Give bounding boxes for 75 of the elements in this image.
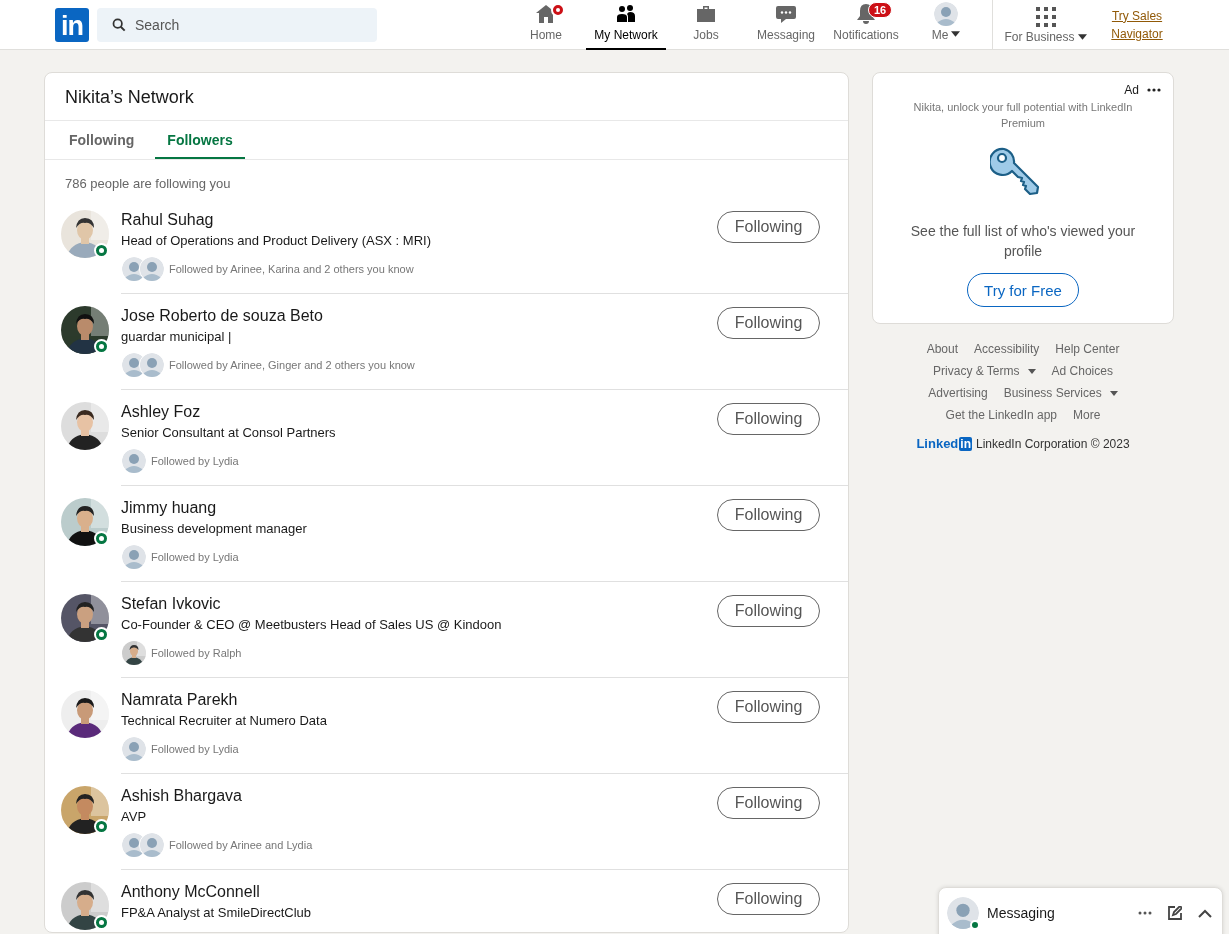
caret-icon	[951, 30, 961, 37]
nav-tab[interactable]: Home	[506, 0, 586, 50]
person-name[interactable]: Rahul Suhag	[121, 210, 717, 230]
caret-icon	[1077, 33, 1087, 40]
person-headline: FP&A Analyst at SmileDirectClub	[121, 904, 313, 922]
try-free-button[interactable]: Try for Free	[967, 273, 1079, 307]
nav-tab[interactable]: Jobs	[666, 0, 746, 50]
following-button[interactable]: Following	[717, 883, 820, 915]
card-title: Nikita’s Network	[45, 73, 848, 121]
person-headline: guardar municipal |	[121, 328, 233, 346]
footer-link[interactable]: Ad Choices	[1051, 364, 1113, 378]
following-button[interactable]: Following	[717, 403, 820, 435]
person-name[interactable]: Jimmy huang	[121, 498, 717, 518]
more-icon[interactable]	[1147, 88, 1161, 92]
follower-count: 786 people are following you	[64, 175, 232, 193]
person-name[interactable]: Ashley Foz	[121, 402, 717, 422]
nav-tab[interactable]: Messaging	[746, 0, 826, 50]
footer-link[interactable]: Privacy & Terms	[933, 364, 1036, 378]
tab[interactable]: Followers	[155, 121, 245, 159]
avatar-icon	[121, 736, 147, 762]
ad-tagline: Nikita, unlock your full potential with LinkedIn Premium	[912, 100, 1134, 131]
mutual-followers: Followed by Lydia	[151, 743, 239, 755]
footer-link[interactable]: Accessibility	[974, 342, 1040, 356]
footer-link[interactable]: More	[1073, 408, 1101, 422]
following-button[interactable]: Following	[717, 691, 820, 723]
grid-icon	[1034, 5, 1057, 28]
compose-icon[interactable]	[1168, 906, 1182, 920]
person-name[interactable]: Ashish Bhargava	[121, 786, 717, 806]
footer-link[interactable]: Business Services	[1003, 386, 1118, 400]
more-icon[interactable]	[1138, 911, 1152, 915]
following-button[interactable]: Following	[717, 307, 820, 339]
footer-link[interactable]: Advertising	[928, 386, 988, 400]
footer-link[interactable]: Help Center	[1055, 342, 1120, 356]
nav-tab[interactable]: My Network	[586, 0, 666, 50]
mutual-followers: Followed by Lydia	[151, 455, 239, 467]
avatar-icon	[139, 352, 165, 378]
brand-logo: Linked in	[916, 436, 972, 451]
copyright: LinkedIn Corporation © 2023	[976, 436, 1130, 451]
footer-link[interactable]: Get the LinkedIn app	[945, 408, 1058, 422]
avatar-icon	[121, 448, 147, 474]
person-name[interactable]: Jose Roberto de souza Beto	[121, 306, 717, 326]
person-headline: AVP	[121, 808, 148, 826]
person-headline: Technical Recruiter at Numero Data	[121, 712, 328, 730]
notification-badge: 16	[868, 1, 893, 18]
avatar-icon	[121, 544, 147, 570]
chevron-up-icon[interactable]	[1198, 908, 1212, 918]
person-headline: Business development manager	[121, 520, 308, 538]
following-button[interactable]: Following	[717, 787, 820, 819]
mutual-followers: Followed by Arinee and Lydia	[169, 839, 313, 851]
person-headline: Co-Founder & CEO @ Meetbusters Head of Sales US @ Kindoon	[121, 616, 503, 634]
mutual-followers: Followed by Lydia	[151, 551, 239, 563]
ad-message: See the full list of who's viewed your profile	[909, 222, 1137, 261]
avatar-icon	[947, 897, 979, 929]
following-button[interactable]: Following	[717, 595, 820, 627]
person-name[interactable]: Stefan Ivkovic	[121, 594, 717, 614]
following-button[interactable]: Following	[717, 499, 820, 531]
mutual-followers: Followed by Arinee, Ginger and 2 others you know	[169, 359, 415, 371]
avatar-icon	[139, 832, 165, 858]
search-field[interactable]: Search	[97, 7, 377, 42]
person-headline: Senior Consultant at Consol Partners	[121, 424, 337, 442]
avatar-icon	[139, 256, 165, 282]
sales-navigator-link[interactable]: Try Sales Navigator	[1106, 6, 1168, 43]
for-business-menu[interactable]: For Business	[993, 0, 1098, 50]
person-headline: Head of Operations and Product Delivery (ASX : MRI)	[121, 232, 432, 250]
mutual-followers: Followed by Arinee, Karina and 2 others you know	[169, 263, 414, 275]
person-name[interactable]: Namrata Parekh	[121, 690, 717, 710]
nav-tab[interactable]: Notifications 16	[826, 0, 906, 50]
footer-link[interactable]: About	[926, 342, 958, 356]
ad-label: Ad	[1124, 83, 1139, 97]
nav-tab[interactable]: Me	[906, 0, 986, 50]
tab[interactable]: Following	[57, 121, 147, 159]
mutual-followers: Followed by Ralph	[151, 647, 242, 659]
person-name[interactable]: Anthony McConnell	[121, 882, 717, 902]
logo[interactable]: in	[55, 7, 89, 42]
following-button[interactable]: Following	[717, 211, 820, 243]
